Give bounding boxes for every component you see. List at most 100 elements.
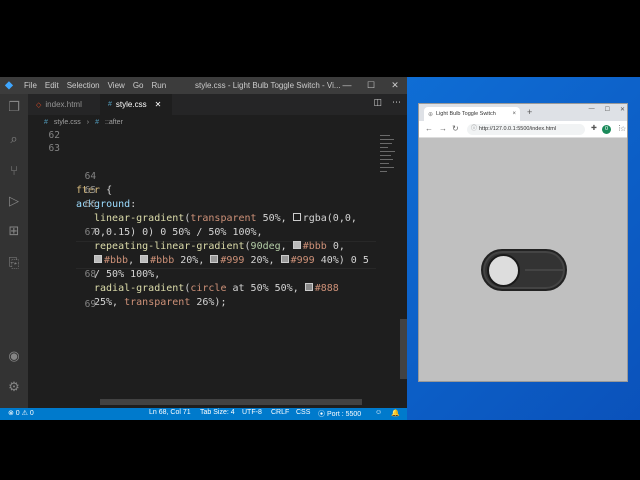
language-mode[interactable]: CSS — [296, 409, 310, 416]
activity-bar: ❐ ⌕ ⑂ ▷ ⊞ ⎘ ◉ ⚙ — [0, 94, 28, 408]
minimap-line — [380, 159, 393, 160]
line-number: 66 — [84, 199, 97, 210]
tab-style-css[interactable]: # style.css ✕ — [100, 94, 172, 115]
maximize-button[interactable]: ☐ — [359, 77, 383, 94]
code-text: #bbb, #bbb 20%, #999 20%, #999 40%) 0 5 — [94, 254, 369, 268]
extensions-icon[interactable]: ⊞ — [6, 224, 22, 240]
forward-arrow-icon[interactable]: → — [439, 124, 447, 133]
line-number: 68 — [84, 269, 97, 280]
code-editor[interactable]: 62 63 64 fter { 65 ackground: 66 linear-… — [28, 129, 378, 399]
back-arrow-icon[interactable]: ← — [425, 124, 433, 133]
explorer-icon[interactable]: ❐ — [6, 100, 22, 116]
new-tab-button[interactable]: + — [527, 107, 532, 117]
live-server-port[interactable]: ⦿ Port : 5500 — [318, 409, 361, 419]
code-line: / 50% 100%, — [28, 240, 160, 280]
minimap[interactable] — [378, 129, 400, 399]
extensions-puzzle-icon[interactable]: ✚ — [591, 124, 597, 132]
minimize-button[interactable]: — — [589, 106, 595, 113]
line-number: 69 — [84, 299, 97, 310]
menu-bar: File Edit Selection View Go Run — [24, 81, 166, 90]
breadcrumb-separator-icon: › — [86, 118, 90, 126]
color-swatch[interactable] — [292, 213, 301, 221]
maximize-button[interactable]: ☐ — [605, 106, 610, 113]
remote-explorer-icon[interactable]: ⎘ — [6, 256, 22, 272]
cursor-position[interactable]: Ln 68, Col 71 — [149, 409, 191, 416]
notifications-bell-icon[interactable]: 🔔 — [391, 409, 400, 417]
code-line: 25%, transparent 26%); — [28, 268, 226, 308]
window-title: style.css - Light Bulb Toggle Switch - V… — [195, 81, 341, 90]
url-text: http://127.0.0.1:5500/index.html — [479, 126, 557, 132]
close-icon[interactable]: ✕ — [155, 100, 162, 109]
toggle-knob[interactable] — [487, 254, 520, 287]
feedback-icon[interactable]: ☺ — [375, 409, 382, 416]
minimap-line — [380, 147, 388, 148]
line-number: 65 — [84, 185, 97, 196]
eol-status[interactable]: CRLF — [271, 409, 289, 416]
tab-index-html[interactable]: ◇ index.html — [28, 94, 100, 115]
globe-icon: ⊕ — [428, 111, 434, 118]
site-info-icon[interactable]: ⓘ — [471, 124, 477, 135]
menu-run[interactable]: Run — [151, 81, 166, 90]
problems-status[interactable]: ⊗ 0 ⚠ 0 — [8, 409, 34, 417]
vscode-logo-icon: ◆ — [5, 80, 13, 91]
color-swatch[interactable] — [94, 255, 102, 263]
settings-gear-icon[interactable]: ⚙ — [6, 380, 22, 396]
reload-icon[interactable]: ↻ — [452, 124, 459, 133]
line-number: 64 — [84, 171, 97, 182]
menu-view[interactable]: View — [108, 81, 125, 90]
code-text: repeating-linear-gradient(90deg, #bbb 0, — [94, 241, 345, 252]
tab-label: index.html — [45, 100, 82, 109]
minimap-line — [380, 155, 391, 156]
breadcrumb: # style.css › # ::after — [28, 115, 407, 129]
browser-toolbar: ← → ↻ ⓘ http://127.0.0.1:5500/index.html… — [419, 121, 627, 138]
browser-tab[interactable]: ⊕ Light Bulb Toggle Switch × — [424, 107, 520, 121]
close-button[interactable]: ✕ — [620, 106, 625, 113]
video-letterbox-bottom — [0, 420, 640, 480]
menu-selection[interactable]: Selection — [67, 81, 100, 90]
code-line: 65 ackground: — [28, 170, 136, 210]
color-swatch[interactable] — [292, 241, 301, 249]
close-button[interactable]: ✕ — [383, 77, 407, 94]
code-line: 69 — [28, 284, 96, 310]
breadcrumb-file[interactable]: style.css — [54, 119, 81, 126]
encoding-status[interactable]: UTF-8 — [242, 409, 262, 416]
light-bulb-toggle-switch[interactable] — [481, 249, 567, 291]
account-icon[interactable]: ◉ — [6, 349, 22, 365]
menu-edit[interactable]: Edit — [45, 81, 59, 90]
code-text: 25%, transparent 26%); — [94, 297, 227, 308]
menu-go[interactable]: Go — [133, 81, 144, 90]
close-tab-icon[interactable]: × — [512, 111, 516, 117]
browser-tab-title: Light Bulb Toggle Switch — [436, 111, 496, 117]
horizontal-scrollbar[interactable] — [100, 399, 362, 405]
breadcrumb-selector[interactable]: ::after — [105, 119, 123, 126]
color-swatch[interactable] — [140, 255, 149, 263]
editor-actions: ◫ ⋯ — [373, 98, 401, 108]
css-file-icon: # — [44, 118, 48, 126]
minimap-line — [380, 135, 390, 136]
address-bar[interactable]: ⓘ http://127.0.0.1:5500/index.html ☆ — [467, 124, 626, 135]
minimize-button[interactable]: — — [335, 77, 359, 94]
vertical-scrollbar[interactable] — [400, 129, 407, 399]
window-controls: — ☐ ✕ — [335, 77, 407, 94]
code-text: radial-gradient(circle at 50% 50%, #888 — [94, 283, 339, 294]
tab-label: style.css — [115, 100, 147, 109]
search-icon[interactable]: ⌕ — [6, 132, 22, 148]
browser-menu-icon[interactable]: ⋮ — [616, 124, 623, 132]
split-editor-icon[interactable]: ◫ — [373, 98, 382, 108]
more-actions-icon[interactable]: ⋯ — [392, 98, 401, 108]
page-viewport — [419, 138, 627, 381]
code-text: linear-gradient(transparent 50%, rgba(0,… — [94, 213, 357, 224]
run-debug-icon[interactable]: ▷ — [6, 194, 22, 210]
profile-avatar[interactable]: 0 — [602, 125, 611, 134]
menu-file[interactable]: File — [24, 81, 37, 90]
source-control-icon[interactable]: ⑂ — [6, 164, 22, 180]
scrollbar-thumb[interactable] — [400, 319, 407, 379]
vscode-titlebar: ◆ File Edit Selection View Go Run style.… — [0, 77, 407, 94]
minimap-line — [380, 167, 394, 168]
code-line: #bbb, #bbb 20%, #999 20%, #999 40%) 0 5 — [28, 226, 369, 266]
vscode-window: ◆ File Edit Selection View Go Run style.… — [0, 77, 407, 420]
color-swatch[interactable] — [304, 283, 313, 291]
color-swatch[interactable] — [210, 255, 219, 263]
tab-size-status[interactable]: Tab Size: 4 — [200, 409, 235, 416]
color-swatch[interactable] — [280, 255, 289, 263]
